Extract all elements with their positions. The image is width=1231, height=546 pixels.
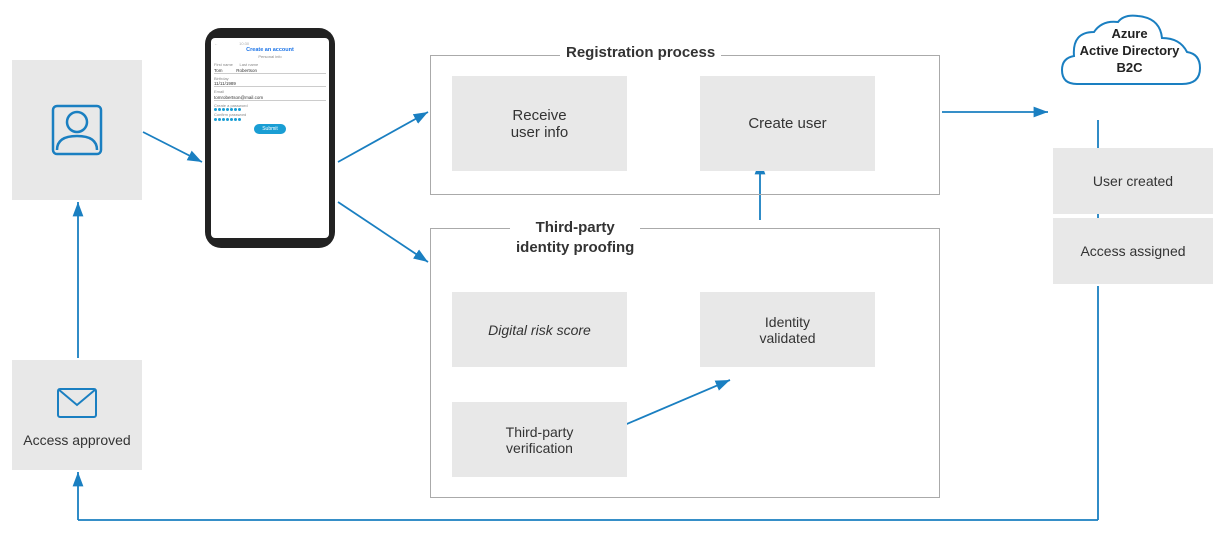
receive-user-info-label: Receiveuser info: [511, 107, 569, 141]
user-created-box: User created: [1053, 148, 1213, 214]
third-party-verification-label: Third-partyverification: [506, 424, 574, 456]
user-person-box: [12, 60, 142, 200]
access-approved-label: Access approved: [23, 432, 130, 448]
third-party-verification-box: Third-partyverification: [452, 402, 627, 477]
access-assigned-label: Access assigned: [1080, 243, 1185, 259]
thirdparty-title: Third-partyidentity proofing: [510, 218, 640, 257]
registration-title: Registration process: [560, 44, 721, 61]
azure-cloud-container: AzureActive DirectoryB2C: [1042, 12, 1217, 107]
create-user-box: Create user: [700, 76, 875, 171]
envelope-icon: [57, 383, 97, 426]
phone-title: Create an account: [214, 47, 326, 53]
phone-mockup: ← 10:30 Create an account Personal info …: [205, 28, 335, 248]
diagram: ← 10:30 Create an account Personal info …: [0, 0, 1231, 546]
create-user-label: Create user: [748, 115, 826, 132]
phone-submit-button[interactable]: Submit: [254, 124, 286, 134]
phone-subtitle: Personal info: [214, 54, 326, 59]
access-assigned-box: Access assigned: [1053, 218, 1213, 284]
receive-user-info-box: Receiveuser info: [452, 76, 627, 171]
access-approved-box: Access approved: [12, 360, 142, 470]
identity-validated-label: Identityvalidated: [759, 314, 815, 346]
digital-risk-score-box: Digital risk score: [452, 292, 627, 367]
identity-validated-box: Identityvalidated: [700, 292, 875, 367]
digital-risk-score-label: Digital risk score: [488, 322, 591, 338]
azure-title-label: AzureActive DirectoryB2C: [1042, 26, 1217, 77]
user-created-label: User created: [1093, 173, 1173, 189]
